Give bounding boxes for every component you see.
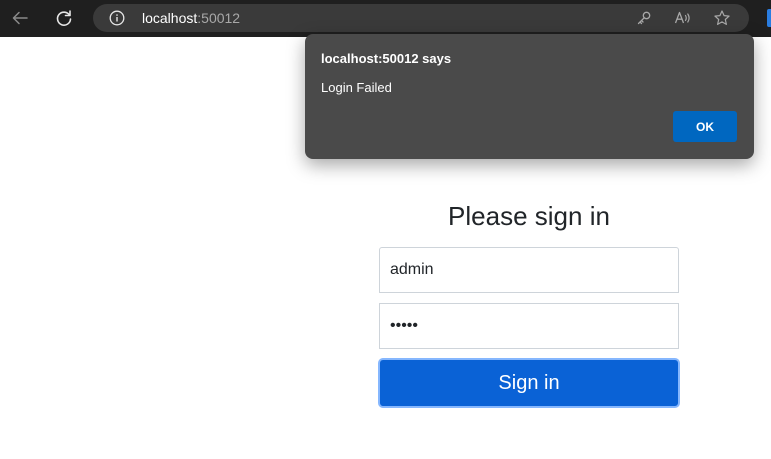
back-arrow-icon [12,11,28,25]
sign-in-button[interactable]: Sign in [378,358,680,408]
favorite-star-icon[interactable] [713,9,731,27]
back-button[interactable] [6,5,34,31]
username-input[interactable] [379,247,679,293]
reload-button[interactable] [50,5,78,31]
browser-toolbar: localhost:50012 [0,0,771,37]
url-port: :50012 [197,10,241,26]
ok-button[interactable]: OK [673,111,737,142]
url-host: localhost [142,10,198,26]
password-input[interactable] [379,303,679,349]
reload-icon [56,10,72,26]
info-icon[interactable] [109,10,125,26]
page-title: Please sign in [448,201,610,231]
address-bar[interactable]: localhost:50012 [93,4,749,32]
key-icon[interactable] [635,9,653,27]
alert-dialog: localhost:50012 says Login Failed OK [305,34,754,159]
url-text: localhost:50012 [142,10,240,26]
dialog-title: localhost:50012 says [321,51,452,66]
profile-edge [767,9,771,27]
read-aloud-icon[interactable] [673,9,691,27]
dialog-message: Login Failed [321,80,392,95]
